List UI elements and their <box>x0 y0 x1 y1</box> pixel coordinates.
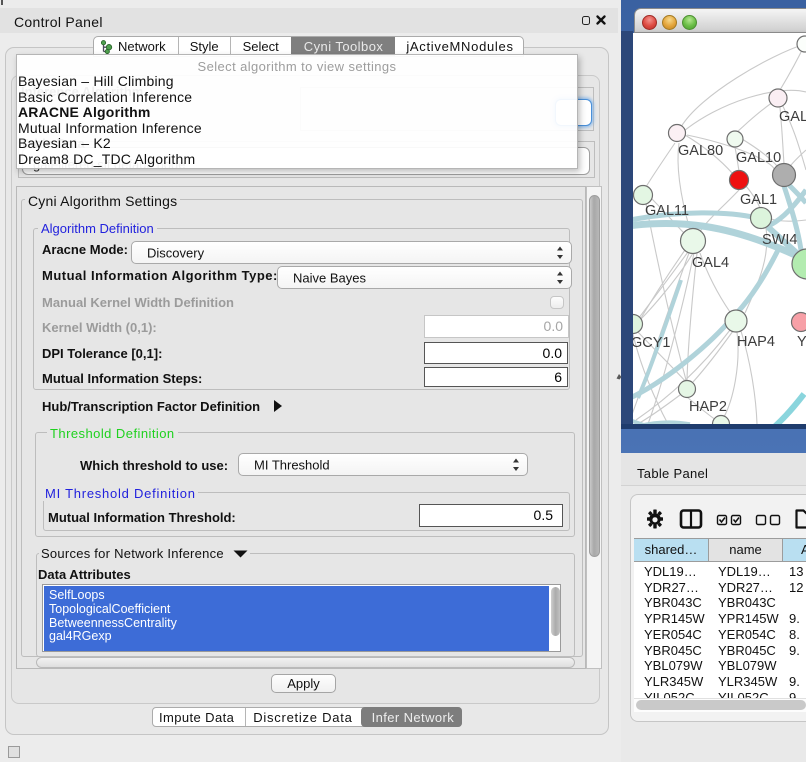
svg-text:GAL4: GAL4 <box>692 255 729 271</box>
svg-text:GAL: GAL <box>779 109 806 125</box>
svg-text:Y: Y <box>797 334 806 350</box>
svg-text:HAP4: HAP4 <box>737 334 775 350</box>
svg-text:GCY1: GCY1 <box>633 335 671 351</box>
svg-text:GAL10: GAL10 <box>736 150 781 166</box>
svg-text:GAL11: GAL11 <box>645 203 689 219</box>
svg-text:SWI4: SWI4 <box>762 232 797 248</box>
svg-text:HAP2: HAP2 <box>689 399 727 415</box>
svg-text:GAL1: GAL1 <box>740 192 777 208</box>
svg-text:GAL80: GAL80 <box>678 143 723 159</box>
